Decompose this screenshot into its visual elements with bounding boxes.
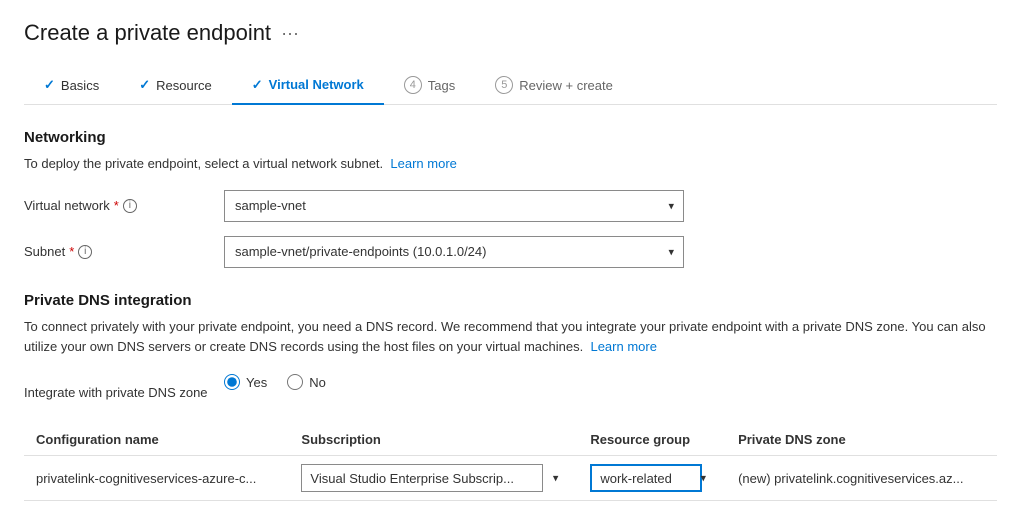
page-title-row: Create a private endpoint ···	[24, 20, 997, 46]
check-icon-basics: ✓	[44, 77, 55, 93]
virtual-network-required: *	[114, 198, 119, 213]
config-name-text: privatelink-cognitiveservices-azure-c...	[36, 471, 256, 486]
dns-table: Configuration name Subscription Resource…	[24, 424, 997, 501]
virtual-network-info-icon[interactable]: i	[123, 199, 137, 213]
tab-virtual-network-label: Virtual Network	[269, 77, 364, 92]
resource-group-select[interactable]: work-related	[590, 464, 702, 492]
subnet-required: *	[69, 244, 74, 259]
radio-yes-label[interactable]: Yes	[224, 374, 267, 390]
subnet-label: Subnet * i	[24, 244, 224, 259]
tab-virtual-network[interactable]: ✓ Virtual Network	[232, 67, 384, 105]
radio-no-text: No	[309, 375, 326, 390]
virtual-network-row: Virtual network * i sample-vnet ▾	[24, 190, 997, 222]
subnet-select[interactable]: sample-vnet/private-endpoints (10.0.1.0/…	[224, 236, 684, 268]
virtual-network-select-wrapper: sample-vnet ▾	[224, 190, 684, 222]
integrate-dns-row: Integrate with private DNS zone Yes No	[24, 374, 997, 410]
page-container: Create a private endpoint ··· ✓ Basics ✓…	[0, 0, 1021, 521]
page-title: Create a private endpoint	[24, 20, 271, 46]
tab-resource-label: Resource	[156, 78, 212, 93]
subnet-row: Subnet * i sample-vnet/private-endpoints…	[24, 236, 997, 268]
dns-section-title: Private DNS integration	[24, 292, 997, 309]
check-icon-resource: ✓	[139, 77, 150, 93]
tab-basics[interactable]: ✓ Basics	[24, 67, 119, 103]
cell-config-name: privatelink-cognitiveservices-azure-c...	[24, 456, 289, 501]
radio-no-label[interactable]: No	[287, 374, 326, 390]
dns-section: Private DNS integration To connect priva…	[24, 292, 997, 502]
subscription-select-wrapper: Visual Studio Enterprise Subscrip... ▾	[301, 464, 566, 492]
virtual-network-label: Virtual network * i	[24, 198, 224, 213]
subscription-select[interactable]: Visual Studio Enterprise Subscrip...	[301, 464, 543, 492]
networking-section: Networking To deploy the private endpoin…	[24, 129, 997, 268]
tabs-bar: ✓ Basics ✓ Resource ✓ Virtual Network 4 …	[24, 66, 997, 105]
step-num-tags: 4	[404, 76, 422, 94]
subnet-info-icon[interactable]: i	[78, 245, 92, 259]
tab-review-create-label: Review + create	[519, 78, 613, 93]
dns-description: To connect privately with your private e…	[24, 317, 997, 359]
integrate-dns-label: Integrate with private DNS zone	[24, 385, 224, 400]
col-resource-group: Resource group	[578, 424, 726, 456]
virtual-network-select[interactable]: sample-vnet	[224, 190, 684, 222]
col-config-name: Configuration name	[24, 424, 289, 456]
page-menu-icon[interactable]: ···	[281, 23, 299, 44]
dns-table-body: privatelink-cognitiveservices-azure-c...…	[24, 456, 997, 501]
cell-resource-group: work-related ▾	[578, 456, 726, 501]
radio-yes-input[interactable]	[224, 374, 240, 390]
tab-tags[interactable]: 4 Tags	[384, 66, 475, 104]
dns-zone-text: (new) privatelink.cognitiveservices.az..…	[738, 471, 963, 486]
col-dns-zone: Private DNS zone	[726, 424, 997, 456]
check-icon-virtual-network: ✓	[252, 77, 263, 93]
dns-learn-more[interactable]: Learn more	[590, 339, 656, 354]
table-row: privatelink-cognitiveservices-azure-c...…	[24, 456, 997, 501]
cell-subscription: Visual Studio Enterprise Subscrip... ▾	[289, 456, 578, 501]
radio-no-input[interactable]	[287, 374, 303, 390]
networking-section-title: Networking	[24, 129, 997, 146]
integrate-dns-radio-group: Yes No	[224, 374, 326, 390]
radio-yes-text: Yes	[246, 375, 267, 390]
dns-table-header: Configuration name Subscription Resource…	[24, 424, 997, 456]
subnet-select-wrapper: sample-vnet/private-endpoints (10.0.1.0/…	[224, 236, 684, 268]
tab-resource[interactable]: ✓ Resource	[119, 67, 232, 103]
networking-description: To deploy the private endpoint, select a…	[24, 154, 997, 174]
tab-basics-label: Basics	[61, 78, 99, 93]
cell-dns-zone: (new) privatelink.cognitiveservices.az..…	[726, 456, 997, 501]
step-num-review: 5	[495, 76, 513, 94]
col-subscription: Subscription	[289, 424, 578, 456]
tab-tags-label: Tags	[428, 78, 455, 93]
networking-learn-more[interactable]: Learn more	[390, 156, 456, 171]
resource-group-select-wrapper: work-related ▾	[590, 464, 714, 492]
tab-review-create[interactable]: 5 Review + create	[475, 66, 633, 104]
subscription-chevron-icon: ▾	[553, 472, 559, 485]
dns-table-header-row: Configuration name Subscription Resource…	[24, 424, 997, 456]
